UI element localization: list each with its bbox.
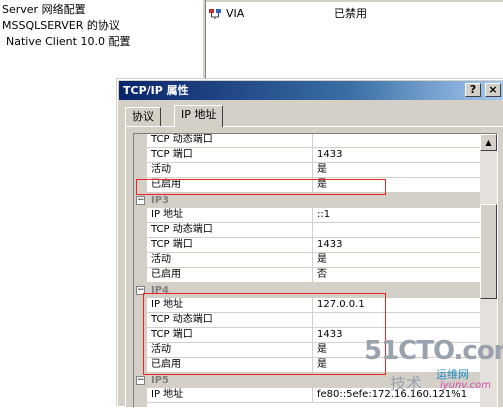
grid-category-ip4[interactable]: − IP4 [134, 283, 480, 298]
tree-item-label: Native Client 10.0 配置 [6, 35, 131, 48]
watermark-text: 技术 [390, 374, 423, 393]
list-header-edge [206, 0, 503, 2]
property-name: 已启用 [151, 179, 181, 190]
tree-item-server-network-config[interactable]: Server 网络配置 [0, 2, 88, 18]
property-value[interactable]: 是 [312, 253, 327, 267]
property-value[interactable]: 是 [312, 343, 327, 357]
property-value[interactable] [312, 313, 317, 327]
property-value[interactable]: 127.0.0.1 [312, 298, 365, 312]
collapse-icon[interactable]: − [136, 286, 145, 295]
grid-row[interactable]: TCP 动态端口 [147, 223, 480, 238]
scroll-up-button[interactable]: ▲ [480, 134, 497, 151]
grid-row[interactable]: TCP 端口 1433 [147, 238, 480, 253]
grid-category-ip3[interactable]: − IP3 [134, 193, 480, 208]
property-name: TCP 动态端口 [151, 314, 213, 325]
grid-row[interactable]: 活动 是 [147, 253, 480, 268]
watermark: 51CTO.com 技术 运维网 iyunv.com [360, 336, 503, 406]
property-name: IP 地址 [151, 209, 184, 220]
property-name: TCP 端口 [151, 149, 193, 160]
grid-row[interactable]: IP 地址::1 [147, 208, 480, 223]
property-name: 已启用 [151, 269, 181, 280]
collapse-icon[interactable]: − [136, 196, 145, 205]
protocol-name: VIA [226, 7, 245, 20]
grid-row[interactable]: 活动 是 [147, 163, 480, 178]
property-name: 活动 [151, 254, 171, 265]
help-button[interactable]: ? [465, 83, 481, 97]
property-value[interactable]: 是 [312, 358, 327, 372]
tree-item-label: Server 网络配置 [2, 3, 86, 16]
dialog-title: TCP/IP 属性 [123, 84, 189, 97]
property-value[interactable]: 1433 [312, 328, 342, 342]
property-name: 活动 [151, 344, 171, 355]
grid-category-label: IP4 [151, 285, 170, 296]
property-name: IP 地址 [151, 389, 184, 400]
grid-row[interactable]: TCP 动态端口 [147, 134, 480, 148]
grid-row[interactable]: IP 地址 127.0.0.1 [147, 298, 480, 313]
property-name: 活动 [151, 164, 171, 175]
property-value[interactable]: 是 [312, 163, 327, 177]
protocol-status: 已禁用 [334, 7, 367, 20]
grid-row[interactable]: TCP 端口 1433 [147, 148, 480, 163]
tab-protocol[interactable]: 协议 [125, 107, 161, 126]
protocol-icon [209, 9, 221, 19]
property-name: TCP 动态端口 [151, 134, 213, 145]
grid-row[interactable]: 已启用 是 [147, 178, 480, 193]
watermark-logo: 51CTO.com [364, 336, 503, 366]
property-value[interactable] [312, 134, 317, 147]
property-value[interactable]: ::1 [312, 208, 330, 222]
grid-row[interactable]: 已启用 否 [147, 268, 480, 283]
dialog-titlebar[interactable]: TCP/IP 属性 ? × [119, 81, 503, 100]
scroll-thumb[interactable] [480, 204, 497, 299]
tab-ip-addresses[interactable]: IP 地址 [174, 105, 224, 127]
tree-item-label: MSSQLSERVER 的协议 [2, 19, 120, 32]
property-name: TCP 端口 [151, 329, 193, 340]
grid-row[interactable]: TCP 动态端口 [147, 313, 480, 328]
grid-category-label: IP3 [151, 195, 170, 206]
property-value[interactable]: 是 [312, 178, 327, 192]
close-button[interactable]: × [485, 83, 501, 97]
property-name: IP 地址 [151, 299, 184, 310]
property-value[interactable]: 否 [312, 268, 327, 282]
list-row-via[interactable]: VIA 已禁用 [206, 6, 503, 22]
tree-item-native-client-config[interactable]: Native Client 10.0 配置 [4, 34, 132, 50]
property-name: TCP 动态端口 [151, 224, 213, 235]
collapse-icon[interactable]: − [136, 376, 145, 385]
property-value[interactable] [312, 223, 317, 237]
property-value[interactable]: 1433 [312, 238, 342, 252]
grid-left-strip [134, 134, 147, 407]
property-name: 已启用 [151, 359, 181, 370]
grid-category-label: IP5 [151, 375, 170, 386]
watermark-text: iyunv.com [440, 380, 492, 391]
tree-item-mssqlserver-protocols[interactable]: MSSQLSERVER 的协议 [0, 18, 122, 34]
property-name: TCP 端口 [151, 239, 193, 250]
property-value[interactable]: 1433 [312, 148, 342, 162]
